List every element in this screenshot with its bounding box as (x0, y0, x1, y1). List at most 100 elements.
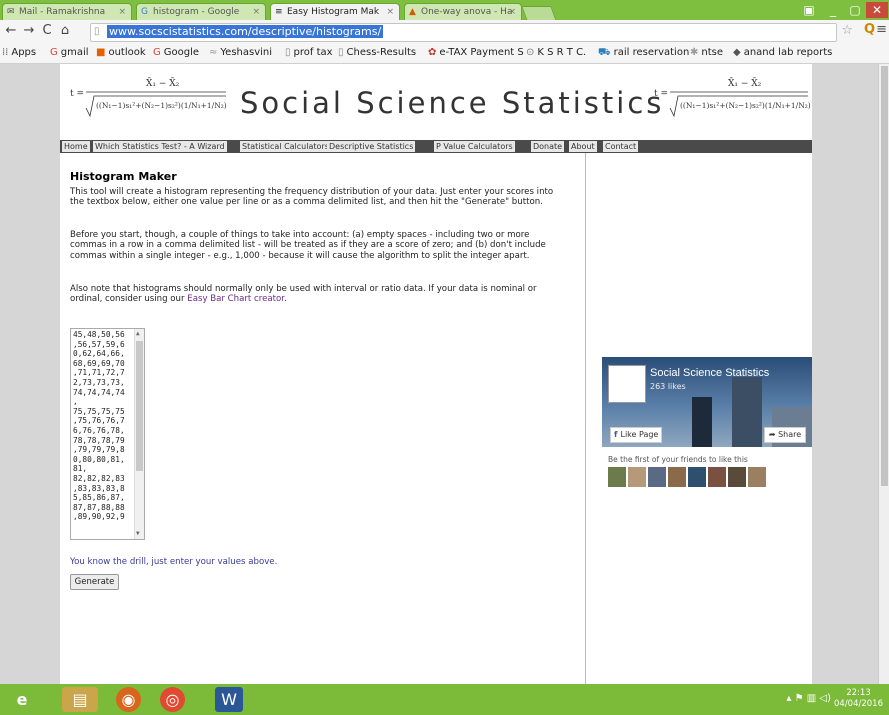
firefox-icon[interactable]: ◉ (116, 687, 141, 712)
textarea-line: 45,48,50,56 (73, 330, 125, 339)
bookmark-chess[interactable]: ▯ Chess-Results (338, 47, 416, 58)
volume-icon[interactable]: ◁) (819, 693, 831, 704)
tab-label: histogram - Google (153, 7, 240, 17)
globe-icon: ⊙ (526, 47, 535, 58)
clock[interactable]: 22:13 04/04/2016 (834, 688, 883, 710)
page-scroll-thumb[interactable] (881, 66, 888, 486)
chrome-icon[interactable]: ◎ (160, 687, 185, 712)
tab-google[interactable]: G histogram - Google × (136, 3, 266, 20)
apps-icon: ⁞⁞ (2, 47, 9, 58)
minimize-button[interactable]: _ (824, 2, 842, 18)
textarea-line: 78,78,78,79 (73, 435, 125, 445)
bar-chart-link[interactable]: Easy Bar Chart creator (187, 294, 284, 304)
generate-button[interactable]: Generate (70, 574, 119, 590)
site-icon: ✱ (690, 47, 699, 58)
scroll-up-icon[interactable]: ▲ (136, 329, 140, 339)
bookmark-prof-tax[interactable]: ▯ prof tax (285, 47, 333, 58)
avatar[interactable] (728, 467, 746, 487)
scroll-down-icon[interactable]: ▼ (136, 529, 140, 539)
page-icon: ▯ (338, 47, 344, 58)
bookmark-rail[interactable]: ⛟ rail reservation (598, 47, 689, 60)
nav-descriptive[interactable]: Descriptive Statistics (327, 141, 416, 152)
nav-wizard[interactable]: Which Statistics Test? - A Wizard (93, 141, 227, 152)
avatar[interactable] (748, 467, 766, 487)
data-textarea[interactable]: 45,48,50,56,56,57,59,6 0,62,64,66, 68,69,6… (70, 328, 145, 540)
svg-text:t =: t = (70, 89, 84, 99)
nav-home[interactable]: Home (62, 141, 90, 152)
close-icon[interactable]: × (118, 4, 126, 20)
user-icon[interactable]: ▣ (800, 2, 818, 18)
bookmark-apps[interactable]: ⁞⁞ Apps (2, 47, 36, 58)
close-icon[interactable]: × (508, 4, 516, 20)
extension-icon[interactable]: Q (864, 22, 875, 37)
star-icon[interactable]: ☆ (841, 23, 853, 38)
home-icon[interactable]: ⌂ (58, 23, 72, 38)
word-icon[interactable]: W (215, 687, 243, 712)
bookmarks-bar: ⁞⁞ Apps Ggmail ■ outlook G Google ≈ Yeshasvi… (0, 44, 889, 64)
flag-icon[interactable]: ⚑ (795, 693, 804, 704)
textarea-line: ,71,71,72,7 (73, 368, 125, 378)
svg-text:((N₁−1)s₁²+(N₂−1)s₂²)(1/N₁+1/N: ((N₁−1)s₁²+(N₂−1)s₂²)(1/N₁+1/N₂) (680, 101, 810, 110)
bookmark-anand[interactable]: ◆ anand lab reports (733, 47, 832, 58)
bookmark-yeshasvini[interactable]: ≈ Yeshasvini (209, 47, 272, 58)
avatar[interactable] (688, 467, 706, 487)
tab-label: Mail - Ramakrishna (19, 7, 106, 17)
network-icon[interactable]: ▥ (807, 693, 816, 704)
site-content: t = X̄₁ − X̄₂ ((N₁−1)s₁²+(N₂−1)s₂²)(1/N₁… (60, 64, 812, 684)
bookmark-etax[interactable]: ✿ e-TAX Payment S (428, 47, 524, 58)
textarea-line: 68,69,69,70 (73, 358, 125, 368)
avatar[interactable] (708, 467, 726, 487)
tab-mail[interactable]: ✉ Mail - Ramakrishna × (2, 3, 132, 20)
data-type-paragraph: Also note that histograms should normall… (70, 284, 565, 305)
address-bar[interactable]: ▯ www.socscistatistics.com/descriptive/h… (90, 23, 837, 42)
nav-calculators[interactable]: Statistical Calculators (240, 141, 331, 152)
building-shape (692, 397, 712, 447)
textarea-scrollbar[interactable]: ▲ ▼ (134, 329, 144, 539)
facebook-page-name[interactable]: Social Science Statistics (650, 367, 769, 379)
bookmark-outlook[interactable]: ■ outlook (96, 47, 146, 58)
textarea-line: 82,82,82,83 (73, 473, 125, 483)
facebook-like-button[interactable]: f Like Page (610, 427, 662, 443)
avatar[interactable] (608, 467, 626, 487)
textarea-line: 0,80,80,81, (73, 454, 125, 464)
bookmark-google[interactable]: G Google (153, 47, 199, 58)
tab-anova[interactable]: ▲ One-way anova - Ha × (404, 3, 522, 20)
internet-explorer-icon[interactable]: e (4, 687, 40, 712)
nav-about[interactable]: About (569, 141, 597, 152)
mail-icon: ✉ (7, 7, 15, 17)
close-window-button[interactable]: ✕ (866, 2, 888, 18)
address-toolbar: ← → C ⌂ ▯ www.socscistatistics.com/descr… (0, 20, 889, 44)
menu-icon[interactable]: ≡ (876, 22, 887, 37)
friend-avatars (608, 467, 768, 491)
new-tab-button[interactable] (521, 6, 557, 21)
back-icon[interactable]: ← (4, 23, 18, 38)
nav-pvalue[interactable]: P Value Calculators (434, 141, 515, 152)
avatar[interactable] (628, 467, 646, 487)
site-logo[interactable]: Social Science Statistics (240, 86, 664, 120)
facebook-page-thumbnail[interactable] (608, 365, 646, 403)
main-column: Histogram Maker This tool will create a … (60, 153, 586, 684)
reload-icon[interactable]: C (40, 23, 54, 38)
file-explorer-icon[interactable]: ▤ (62, 687, 98, 712)
url-text[interactable]: www.socscistatistics.com/descriptive/his… (107, 25, 384, 38)
tab-histogram[interactable]: ≡ Easy Histogram Mak × (270, 3, 400, 20)
nav-contact[interactable]: Contact (603, 141, 639, 152)
page-info-icon[interactable]: ▯ (94, 26, 100, 37)
scroll-thumb[interactable] (136, 341, 143, 471)
close-icon[interactable]: × (252, 4, 260, 20)
chevron-up-icon[interactable]: ▴ (786, 693, 791, 704)
svg-text:X̄₁ − X̄₂: X̄₁ − X̄₂ (146, 77, 180, 89)
facebook-share-button[interactable]: ➦ Share (764, 427, 806, 443)
nav-donate[interactable]: Donate (531, 141, 565, 152)
bookmark-gmail[interactable]: Ggmail (50, 47, 89, 58)
bookmark-ksrtc[interactable]: ⊙ K S R T C. (526, 47, 586, 58)
avatar[interactable] (648, 467, 666, 487)
bookmark-ntse[interactable]: ✱ ntse (690, 47, 723, 58)
forward-icon[interactable]: → (22, 23, 36, 38)
close-icon[interactable]: × (386, 4, 394, 20)
maximize-button[interactable]: ▢ (846, 2, 864, 18)
building-shape (732, 377, 762, 447)
bookmark-label: Google (163, 47, 200, 58)
page-scrollbar[interactable] (878, 64, 889, 684)
avatar[interactable] (668, 467, 686, 487)
